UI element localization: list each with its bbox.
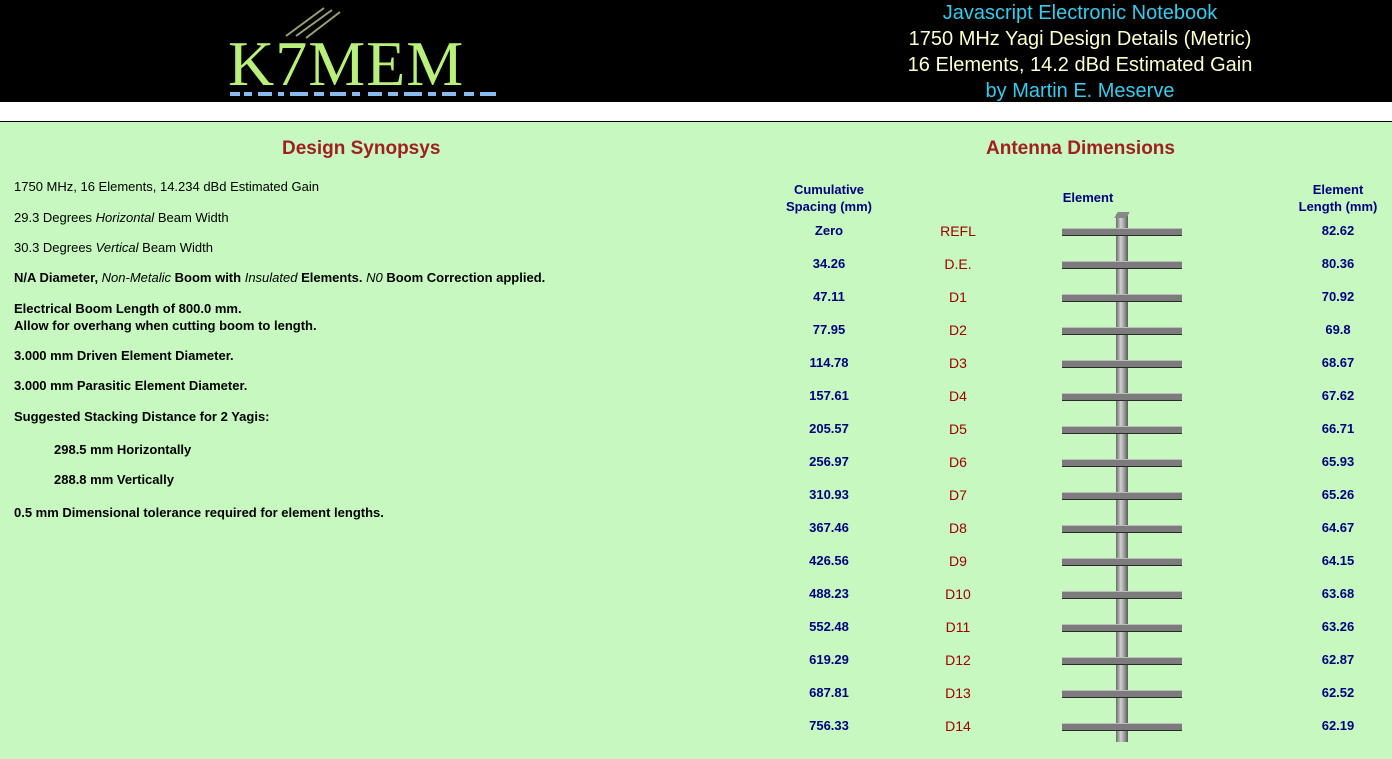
row-element-length: 62.87	[1321, 652, 1355, 667]
row-spacing: 552.48	[809, 619, 849, 634]
synopsis-hbw: 29.3 Degrees Horizontal Beam Width	[14, 210, 229, 225]
row-element-length: 80.36	[1321, 256, 1355, 271]
k7mem-logo[interactable]: K7MEM	[228, 6, 498, 100]
logo-tagline	[230, 92, 496, 96]
synopsis-stack-h: 298.5 mm Horizontally	[54, 442, 192, 457]
row-element-name: D5	[949, 421, 967, 437]
element-bar	[1062, 723, 1182, 731]
element-bar	[1062, 492, 1182, 500]
col-header-length: Element Length (mm)	[1298, 182, 1378, 214]
row-element-length: 63.68	[1321, 586, 1355, 601]
row-element-name: D14	[945, 718, 971, 734]
synopsis-pe-diameter: 3.000 mm Parasitic Element Diameter.	[14, 378, 248, 393]
element-bar	[1062, 261, 1182, 269]
row-element-name: D11	[945, 619, 971, 635]
col-header-element: Element	[1062, 190, 1114, 205]
row-spacing: 367.46	[809, 520, 849, 535]
header-subtitle: Javascript Electronic Notebook	[942, 2, 1218, 24]
row-spacing: 756.33	[809, 718, 849, 733]
synopsis-boom-length: Electrical Boom Length of 800.0 mm.	[14, 301, 242, 316]
row-element-length: 69.8	[1325, 322, 1351, 337]
row-element-name: D8	[949, 520, 967, 536]
row-spacing: 426.56	[809, 553, 849, 568]
element-bar	[1062, 690, 1182, 698]
row-spacing: 619.29	[809, 652, 849, 667]
element-bar	[1062, 360, 1182, 368]
element-bar	[1062, 393, 1182, 401]
element-bar	[1062, 327, 1182, 335]
synopsis-overhang: Allow for overhang when cutting boom to …	[14, 318, 317, 333]
element-bar	[1062, 657, 1182, 665]
synopsis-stack-v: 288.8 mm Vertically	[54, 472, 174, 487]
row-spacing: 687.81	[809, 685, 849, 700]
row-element-name: D.E.	[944, 256, 972, 272]
element-bar	[1062, 591, 1182, 599]
row-spacing: 34.26	[812, 256, 846, 271]
row-spacing: 157.61	[809, 388, 849, 403]
element-bar	[1062, 525, 1182, 533]
row-element-name: D3	[949, 355, 967, 371]
row-spacing: 47.11	[813, 289, 845, 304]
synopsis-boom: N/A Diameter, Non-Metalic Boom with Insu…	[14, 270, 546, 285]
row-element-length: 64.67	[1321, 520, 1355, 535]
row-element-length: 65.26	[1321, 487, 1355, 502]
synopsis-stacking: Suggested Stacking Distance for 2 Yagis:	[14, 409, 270, 424]
page-subtitle: 16 Elements, 14.2 dBd Estimated Gain	[907, 54, 1253, 76]
element-bar	[1062, 624, 1182, 632]
element-bar	[1062, 294, 1182, 302]
author-link[interactable]: by Martin E. Meserve	[840, 78, 1320, 104]
synopsis-tolerance: 0.5 mm Dimensional tolerance required fo…	[14, 505, 384, 520]
row-spacing: 256.97	[809, 454, 849, 469]
row-element-name: REFL	[940, 223, 976, 239]
row-spacing: 114.78	[809, 355, 849, 370]
row-spacing: 310.93	[809, 487, 849, 502]
col-header-spacing: Cumulative Spacing (mm)	[786, 182, 872, 214]
row-element-length: 65.93	[1321, 454, 1355, 469]
row-element-name: D9	[949, 553, 967, 569]
row-element-length: 82.62	[1321, 223, 1355, 238]
row-spacing: 205.57	[809, 421, 849, 436]
row-element-length: 62.19	[1321, 718, 1355, 733]
page-header: K7MEM Javascript Electronic Notebook 175…	[0, 0, 1392, 102]
row-element-name: D13	[945, 685, 971, 701]
page-title: 1750 MHz Yagi Design Details (Metric)	[908, 28, 1252, 50]
element-bar	[1062, 426, 1182, 434]
element-bar	[1062, 558, 1182, 566]
row-element-name: D1	[949, 289, 967, 305]
row-element-length: 64.15	[1321, 553, 1355, 568]
row-element-length: 68.67	[1321, 355, 1355, 370]
synopsis-de-diameter: 3.000 mm Driven Element Diameter.	[14, 348, 234, 363]
row-element-length: 70.92	[1321, 289, 1355, 304]
logo-text: K7MEM	[228, 28, 465, 99]
element-bar	[1062, 228, 1182, 236]
row-element-length: 62.52	[1321, 685, 1355, 700]
synopsis-freq: 1750 MHz, 16 Elements, 14.234 dBd Estima…	[14, 179, 319, 194]
row-element-length: 63.26	[1321, 619, 1355, 634]
row-spacing: 488.23	[809, 586, 849, 601]
row-spacing: Zero	[814, 223, 844, 238]
row-element-name: D2	[949, 322, 967, 338]
synopsis-vbw: 30.3 Degrees Vertical Beam Width	[14, 240, 213, 255]
row-element-length: 67.62	[1321, 388, 1355, 403]
header-divider	[0, 102, 1392, 122]
row-element-name: D7	[949, 487, 967, 503]
row-element-length: 66.71	[1321, 421, 1355, 436]
header-titles: Javascript Electronic Notebook 1750 MHz …	[840, 0, 1320, 104]
row-element-name: D12	[945, 652, 971, 668]
row-element-name: D6	[949, 454, 967, 470]
element-bar	[1062, 459, 1182, 467]
row-element-name: D4	[949, 388, 967, 404]
row-spacing: 77.95	[812, 322, 846, 337]
synopsis-title: Design Synopsys	[282, 138, 441, 159]
row-element-name: D10	[945, 586, 971, 602]
dimensions-title: Antenna Dimensions	[986, 138, 1175, 159]
